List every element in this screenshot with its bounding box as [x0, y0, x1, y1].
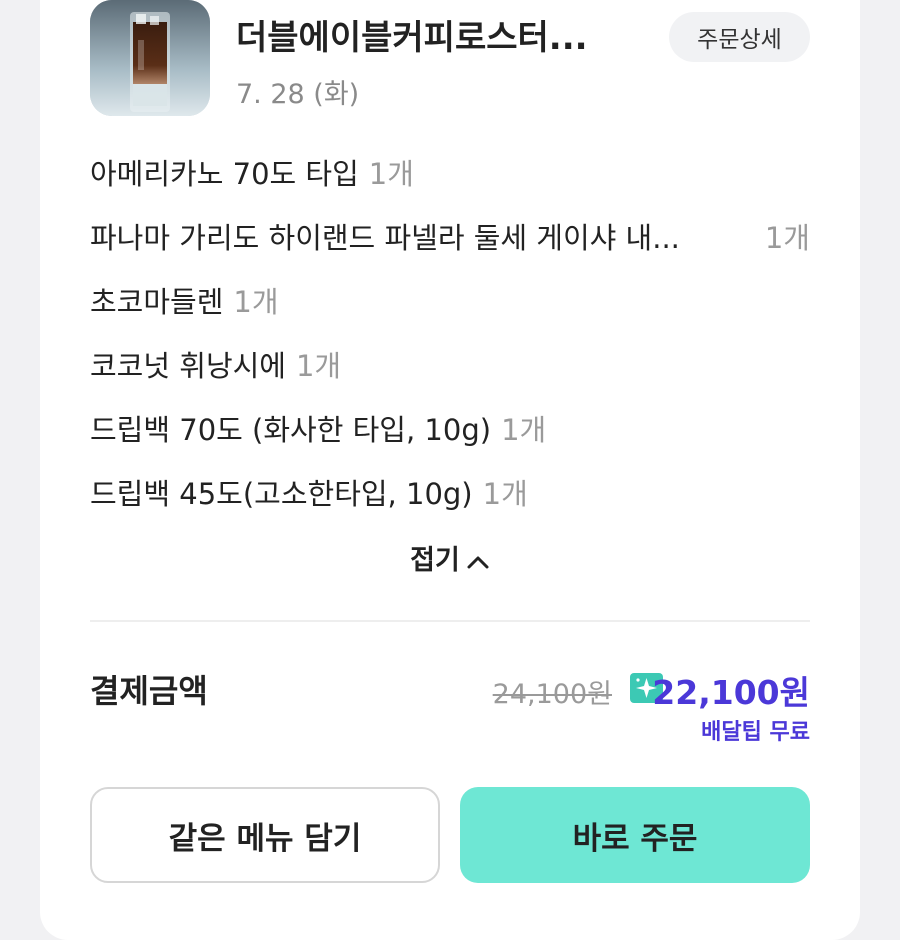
- store-thumbnail[interactable]: [90, 0, 210, 116]
- original-price: 24,100원: [492, 679, 612, 710]
- item-name: 드립백 45도(고소한타입, 10g): [90, 477, 473, 511]
- list-item: 드립백 45도(고소한타입, 10g) 1개: [90, 460, 810, 524]
- item-quantity: 1개: [501, 413, 547, 447]
- collapse-button[interactable]: 접기: [0, 538, 900, 577]
- iced-americano-image: [90, 0, 210, 116]
- item-quantity: 1개: [233, 285, 279, 319]
- store-name[interactable]: 더블에이블커피로스터...: [236, 10, 646, 59]
- order-detail-button[interactable]: 주문상세: [669, 12, 810, 62]
- list-item: 초코마들렌 1개: [90, 268, 810, 332]
- list-item: 드립백 70도 (화사한 타입, 10g) 1개: [90, 396, 810, 460]
- item-name: 코코넛 휘낭시에: [90, 349, 286, 383]
- item-quantity: 1개: [368, 157, 414, 191]
- order-item-list: 아메리카노 70도 타입 1개 파나마 가리도 하이랜드 파넬라 둘세 게이샤 …: [90, 140, 810, 524]
- collapse-label: 접기: [410, 545, 460, 576]
- item-name: 드립백 70도 (화사한 타입, 10g): [90, 413, 492, 447]
- delivery-tip-badge: 배달팁 무료: [701, 720, 810, 745]
- item-quantity: 1개: [482, 477, 528, 511]
- item-name: 파나마 가리도 하이랜드 파넬라 둘세 게이샤 내...: [90, 221, 680, 255]
- final-price: 22,100원: [652, 673, 810, 712]
- item-quantity: 1개: [295, 349, 342, 383]
- list-item: 파나마 가리도 하이랜드 파넬라 둘세 게이샤 내... 1개: [90, 204, 810, 268]
- add-same-menu-button[interactable]: 같은 메뉴 담기: [90, 787, 440, 883]
- chevron-up-icon: [467, 556, 489, 568]
- order-now-button[interactable]: 바로 주문: [460, 787, 810, 883]
- item-quantity: 1개: [764, 221, 810, 255]
- list-item: 아메리카노 70도 타입 1개: [90, 140, 810, 204]
- item-name: 초코마들렌: [90, 285, 224, 319]
- list-item: 코코넛 휘낭시에 1개: [90, 332, 810, 396]
- divider: [90, 620, 810, 622]
- order-date: 7. 28 (화): [236, 79, 360, 110]
- payment-label: 결제금액: [90, 672, 208, 710]
- item-name: 아메리카노 70도 타입: [90, 157, 359, 191]
